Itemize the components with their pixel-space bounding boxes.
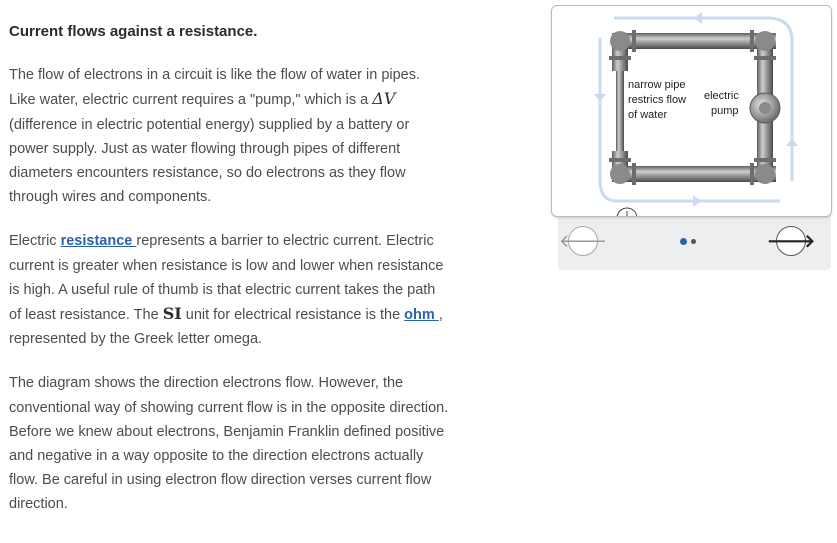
text: Electric (9, 233, 61, 250)
section-heading: Current flows against a resistance. (9, 23, 258, 40)
carousel-slide: narrow pipe restrics flow of water elect… (551, 5, 832, 217)
narrow-pipe-label-line-1: narrow pipe (628, 79, 685, 91)
text: The flow of electrons in a circuit is li… (9, 67, 421, 109)
article: Current flows against a resistance. The … (9, 20, 449, 537)
arrow-right-icon: 🡒 (766, 230, 816, 252)
paragraph-resistance: Electric resistance represents a barrier… (9, 229, 449, 351)
delta-v-math: ΔV (372, 89, 396, 109)
pipe-circuit-diagram: narrow pipe restrics flow of water elect… (594, 12, 798, 216)
next-slide-button[interactable]: 🡒 (767, 226, 815, 256)
narrow-pipe (616, 71, 624, 151)
narrow-pipe-label-line-2: restrics flow (628, 94, 686, 106)
paragraph-current-direction: The diagram shows the direction electron… (9, 375, 449, 513)
ohm-link[interactable]: ohm (404, 307, 439, 323)
text: unit for electrical resistance is the (181, 307, 405, 324)
resistance-link[interactable]: resistance (61, 233, 137, 249)
slide-dot-2[interactable] (691, 239, 696, 244)
si-math: SI (162, 304, 182, 324)
previous-slide-button[interactable]: 🡐 (559, 226, 607, 256)
pump-label-line-2: pump (711, 105, 739, 117)
slide-indicator (680, 238, 696, 245)
pump-label-line-1: electric (704, 90, 739, 102)
narrow-pipe-label-line-3: of water (628, 109, 667, 121)
text: (difference in electric potential energy… (9, 116, 410, 206)
slide-dot-1[interactable] (680, 238, 687, 245)
paragraph-water-analogy: The flow of electrons in a circuit is li… (9, 63, 449, 209)
arrow-left-icon: 🡐 (558, 230, 608, 252)
